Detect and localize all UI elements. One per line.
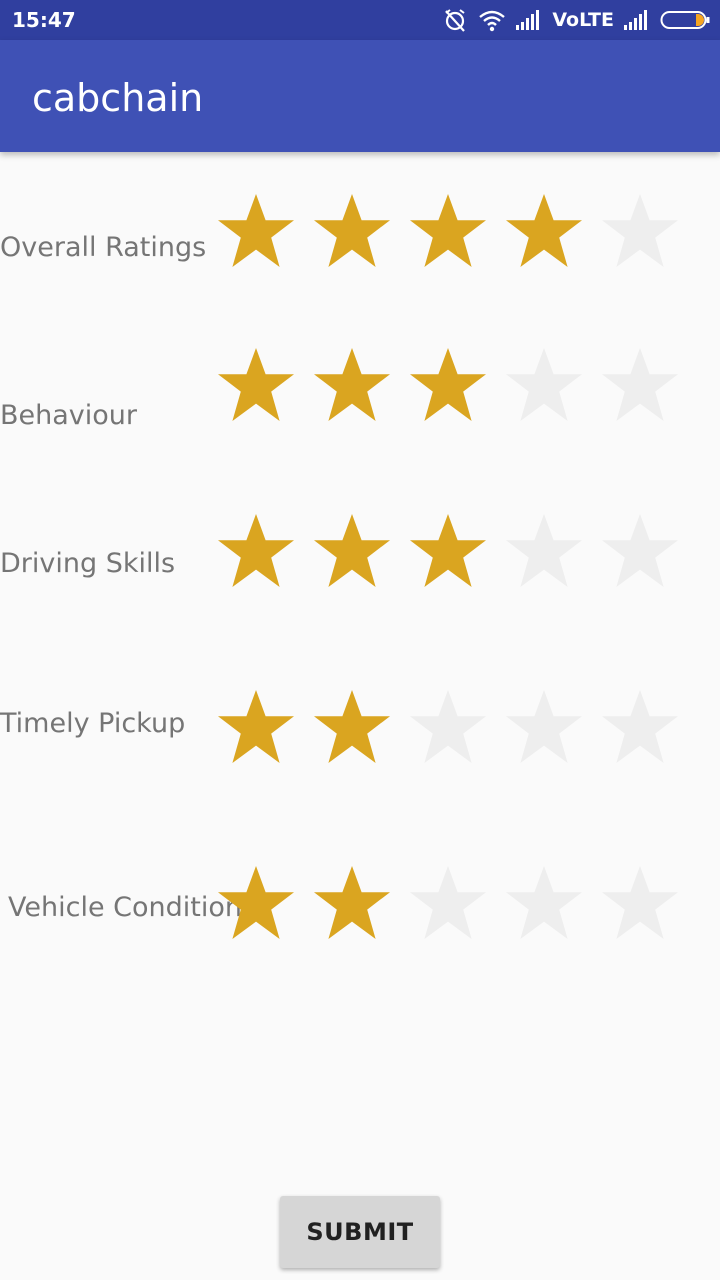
star-filled-icon[interactable]	[216, 346, 312, 426]
rating-bar-overall[interactable]	[216, 192, 696, 272]
submit-button[interactable]: SUBMIT	[280, 1196, 440, 1268]
star-filled-icon[interactable]	[216, 512, 312, 592]
star-filled-icon[interactable]	[216, 864, 312, 944]
rating-bar-timely-pickup[interactable]	[216, 688, 696, 768]
rating-label-driving-skills: Driving Skills	[0, 548, 176, 579]
alarm-off-icon	[445, 9, 466, 32]
app-bar: cabchain	[0, 40, 720, 152]
star-empty-icon[interactable]	[504, 512, 600, 592]
star-empty-icon[interactable]	[600, 346, 696, 426]
star-filled-icon[interactable]	[408, 192, 504, 272]
star-filled-icon[interactable]	[312, 346, 408, 426]
rating-label-vehicle-condition: Vehicle Condition	[8, 892, 242, 923]
status-bar: 15:47 VoLTE	[0, 0, 720, 40]
wifi-icon	[479, 10, 506, 32]
star-empty-icon[interactable]	[504, 688, 600, 768]
star-filled-icon[interactable]	[216, 688, 312, 768]
star-filled-icon[interactable]	[312, 192, 408, 272]
app-title: cabchain	[32, 76, 204, 120]
rating-bar-driving-skills[interactable]	[216, 512, 696, 592]
star-filled-icon[interactable]	[408, 512, 504, 592]
rating-bar-vehicle-condition[interactable]	[216, 864, 696, 944]
star-filled-icon[interactable]	[312, 688, 408, 768]
star-filled-icon[interactable]	[504, 192, 600, 272]
star-empty-icon[interactable]	[504, 864, 600, 944]
star-empty-icon[interactable]	[408, 688, 504, 768]
star-empty-icon[interactable]	[600, 192, 696, 272]
star-empty-icon[interactable]	[600, 688, 696, 768]
star-filled-icon[interactable]	[216, 192, 312, 272]
volte-label: VoLTE	[552, 9, 614, 31]
status-time: 15:47	[12, 8, 76, 32]
star-empty-icon[interactable]	[600, 864, 696, 944]
rating-bar-behaviour[interactable]	[216, 346, 696, 426]
star-filled-icon[interactable]	[408, 346, 504, 426]
star-empty-icon[interactable]	[408, 864, 504, 944]
star-empty-icon[interactable]	[600, 512, 696, 592]
rating-label-behaviour: Behaviour	[0, 400, 138, 431]
star-filled-icon[interactable]	[312, 512, 408, 592]
signal-icon	[516, 10, 540, 30]
star-filled-icon[interactable]	[312, 864, 408, 944]
star-empty-icon[interactable]	[504, 346, 600, 426]
rating-label-timely-pickup: Timely Pickup	[0, 708, 186, 739]
rating-label-overall: Overall Ratings	[0, 232, 207, 263]
signal-icon-2	[624, 10, 647, 30]
status-icons: VoLTE	[442, 6, 710, 34]
battery-icon	[660, 11, 710, 29]
